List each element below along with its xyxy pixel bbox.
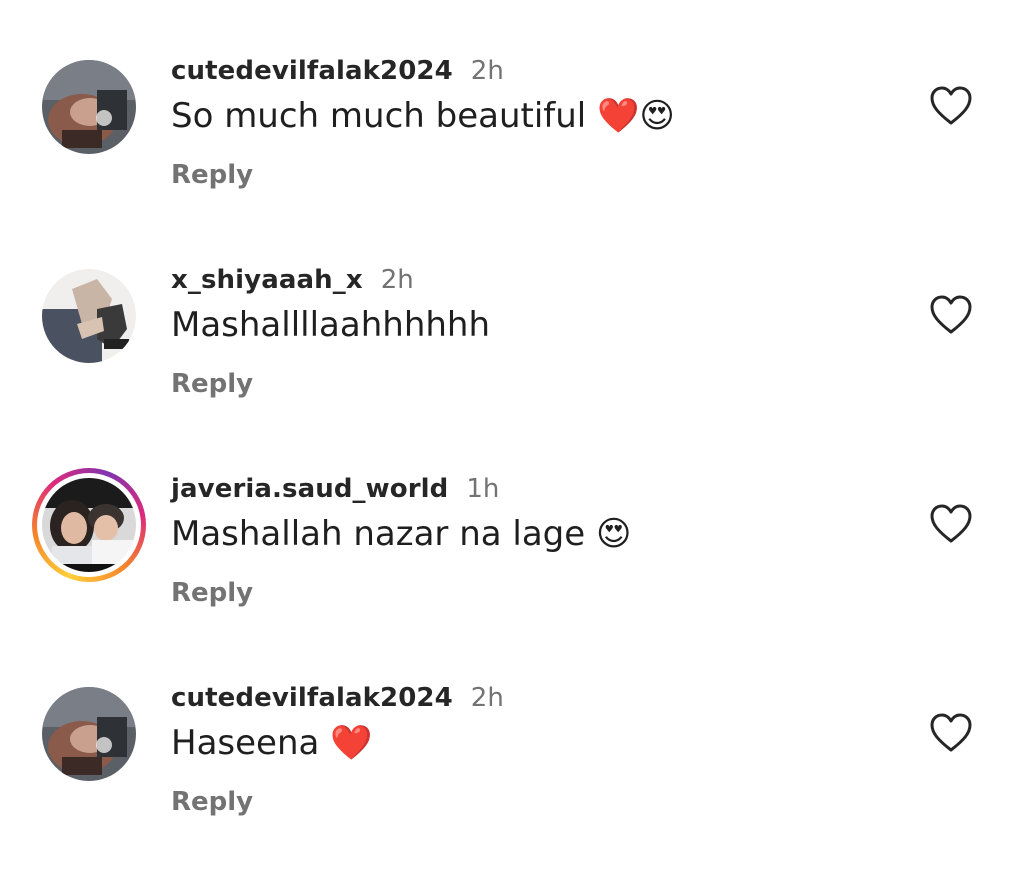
avatar[interactable] [42,687,136,781]
comment-text: Mashallah nazar na lage 😍 [171,514,632,554]
like-button[interactable] [930,295,972,335]
like-button[interactable] [930,86,972,126]
timestamp: 2h [470,56,504,86]
like-button[interactable] [930,713,972,753]
avatar-photo [42,478,136,572]
reply-button[interactable]: Reply [171,160,253,190]
avatar-photo [42,269,136,363]
username-link[interactable]: x_shiyaaah_x [171,265,363,295]
avatar [42,478,136,572]
username-link[interactable]: cutedevilfalak2024 [171,56,453,86]
reply-button[interactable]: Reply [171,369,253,399]
timestamp: 2h [470,683,504,713]
comment-item: cutedevilfalak2024 2h Haseena ❤️ Reply [0,669,1024,869]
username-link[interactable]: javeria.saud_world [171,474,448,504]
username-link[interactable]: cutedevilfalak2024 [171,683,453,713]
avatar[interactable] [42,269,136,363]
timestamp: 1h [466,474,500,504]
avatar[interactable] [42,60,136,154]
comment-meta: cutedevilfalak2024 2h [171,56,504,90]
avatar-photo [42,687,136,781]
heart-outline-icon [930,713,972,752]
reply-button[interactable]: Reply [171,578,253,608]
heart-outline-icon [930,504,972,543]
comment-text: Mashallllaahhhhhh [171,305,491,345]
reply-button[interactable]: Reply [171,787,253,817]
avatar-photo [42,60,136,154]
heart-outline-icon [930,86,972,125]
comment-meta: x_shiyaaah_x 2h [171,265,414,299]
heart-outline-icon [930,295,972,334]
comment-text: Haseena ❤️ [171,723,373,763]
comment-item: javeria.saud_world 1h Mashallah nazar na… [0,460,1024,660]
avatar-story-ring[interactable] [32,468,146,582]
comment-item: cutedevilfalak2024 2h So much much beaut… [0,42,1024,242]
comment-meta: javeria.saud_world 1h [171,474,499,508]
comment-text: So much much beautiful ❤️😍 [171,96,675,136]
comment-item: x_shiyaaah_x 2h Mashallllaahhhhhh Reply [0,251,1024,451]
timestamp: 2h [380,265,414,295]
comment-meta: cutedevilfalak2024 2h [171,683,504,717]
like-button[interactable] [930,504,972,544]
